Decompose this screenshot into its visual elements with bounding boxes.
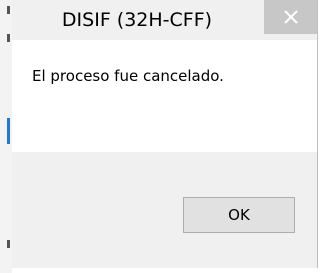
dialog-content: El proceso fue cancelado. <box>12 40 317 152</box>
background-tick <box>7 34 10 42</box>
dialog-title: DISIF (32H-CFF) <box>61 9 213 31</box>
background-tick <box>7 6 10 14</box>
background-tick <box>7 240 10 248</box>
title-bar[interactable]: DISIF (32H-CFF) <box>12 0 317 40</box>
close-icon <box>283 10 298 24</box>
dialog-footer: OK <box>12 152 317 268</box>
message-dialog: DISIF (32H-CFF) El proceso fue cancelado… <box>12 0 318 268</box>
background-accent-bar <box>7 118 10 144</box>
dialog-message: El proceso fue cancelado. <box>32 67 224 85</box>
background-window-edge <box>0 0 12 273</box>
ok-button[interactable]: OK <box>183 197 295 233</box>
close-button[interactable] <box>264 0 317 34</box>
